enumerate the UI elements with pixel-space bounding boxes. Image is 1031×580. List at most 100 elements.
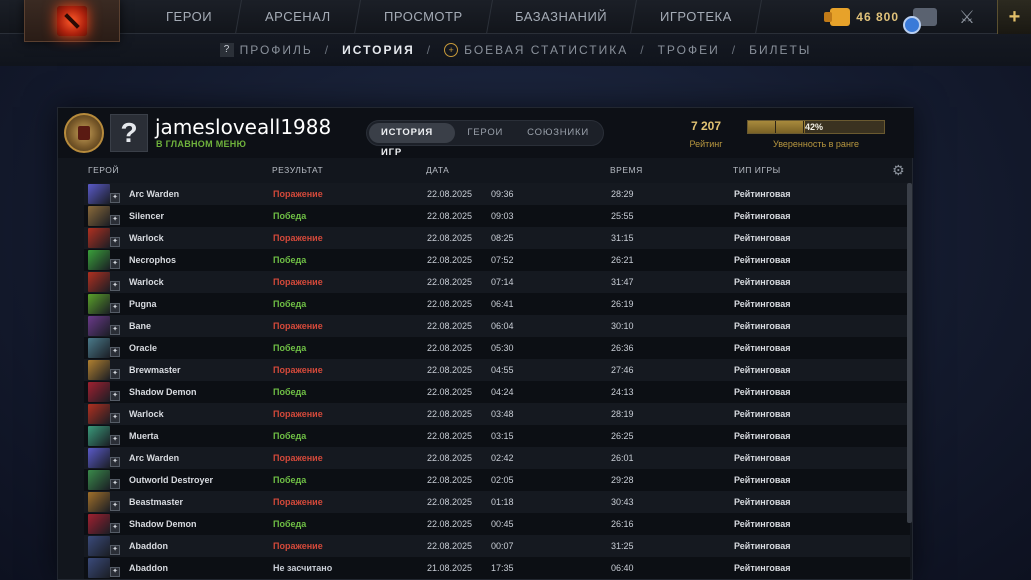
role-icon: ✦ bbox=[110, 325, 120, 335]
hero-portrait-icon bbox=[88, 514, 110, 534]
hero-name: Abaddon bbox=[129, 541, 168, 551]
game-mode: Рейтинговая bbox=[734, 519, 791, 529]
match-date: 22.08.2025 bbox=[427, 387, 473, 397]
table-row[interactable]: ✦ Abaddon Не засчитано 21.08.2025 17:35 06:40… bbox=[84, 557, 910, 579]
nav-armory[interactable]: АРСЕНАЛ bbox=[236, 0, 361, 34]
table-row[interactable]: ✦ Shadow Demon Победа 22.08.2025 00:45 26:16 Р… bbox=[84, 513, 910, 535]
dota-plus-button[interactable]: + bbox=[997, 0, 1031, 34]
table-row[interactable]: ✦ Arc Warden Поражение 22.08.2025 09:36 28:29… bbox=[84, 183, 910, 205]
match-result: Поражение bbox=[273, 365, 323, 375]
table-row[interactable]: ✦ Beastmaster Поражение 22.08.2025 01:18 30:4… bbox=[84, 491, 910, 513]
subnav-trophies[interactable]: ТРОФЕИ bbox=[650, 43, 728, 57]
table-row[interactable]: ✦ Pugna Победа 22.08.2025 06:41 26:19 Рейтинго… bbox=[84, 293, 910, 315]
subnav-tickets[interactable]: БИЛЕТЫ bbox=[741, 43, 819, 57]
scrollbar[interactable] bbox=[907, 183, 912, 523]
match-time: 04:55 bbox=[491, 365, 514, 375]
match-result: Поражение bbox=[273, 541, 323, 551]
hero-portrait-icon bbox=[88, 536, 110, 556]
table-row[interactable]: ✦ Outworld Destroyer Победа 22.08.2025 02:05… bbox=[84, 469, 910, 491]
game-mode: Рейтинговая bbox=[734, 453, 791, 463]
table-row[interactable]: ✦ Brewmaster Поражение 22.08.2025 04:55 27:46… bbox=[84, 359, 910, 381]
hero-name: Pugna bbox=[129, 299, 157, 309]
hero-portrait-icon bbox=[88, 338, 110, 358]
match-time: 08:25 bbox=[491, 233, 514, 243]
table-row[interactable]: ✦ Silencer Победа 22.08.2025 09:03 25:55 Рейти… bbox=[84, 205, 910, 227]
table-row[interactable]: ✦ Bane Поражение 22.08.2025 06:04 30:10 Рейтин… bbox=[84, 315, 910, 337]
tab-match-history[interactable]: ИСТОРИЯ ИГР bbox=[369, 123, 456, 158]
subnav-battle-stats[interactable]: + БОЕВАЯ СТАТИСТИКА bbox=[436, 43, 636, 57]
match-date: 22.08.2025 bbox=[427, 343, 473, 353]
column-header-duration[interactable]: ВРЕМЯ bbox=[610, 165, 643, 175]
subnav-separator: / bbox=[640, 43, 646, 57]
hero-portrait-icon bbox=[88, 184, 110, 204]
hero-portrait-icon bbox=[88, 492, 110, 512]
profile-header: ? jamesloveall1988 В ГЛАВНОМ МЕНЮ ИСТОРИ… bbox=[58, 108, 914, 158]
match-time: 03:48 bbox=[491, 409, 514, 419]
rank-confidence-percent: 42% bbox=[804, 122, 823, 132]
role-icon: ✦ bbox=[110, 413, 120, 423]
match-result: Победа bbox=[273, 519, 307, 529]
match-date: 22.08.2025 bbox=[427, 453, 473, 463]
role-icon: ✦ bbox=[110, 435, 120, 445]
chat-icon[interactable] bbox=[903, 8, 937, 34]
match-time: 00:07 bbox=[491, 541, 514, 551]
column-header-date[interactable]: ДАТА bbox=[426, 165, 449, 175]
match-result: Победа bbox=[273, 299, 307, 309]
column-header-hero[interactable]: ГЕРОЙ bbox=[88, 165, 119, 175]
match-date: 22.08.2025 bbox=[427, 409, 473, 419]
match-result: Победа bbox=[273, 211, 307, 221]
hero-portrait-icon bbox=[88, 294, 110, 314]
table-row[interactable]: ✦ Muerta Победа 22.08.2025 03:15 26:25 Рейтинг… bbox=[84, 425, 910, 447]
subnav-history[interactable]: ИСТОРИЯ bbox=[334, 43, 423, 57]
column-header-result[interactable]: РЕЗУЛЬТАТ bbox=[272, 165, 323, 175]
top-right-tray: 46 800 ⚔ + bbox=[824, 0, 1031, 34]
match-time: 07:52 bbox=[491, 255, 514, 265]
subnav-separator: / bbox=[324, 43, 331, 57]
tab-heroes[interactable]: ГЕРОИ bbox=[455, 123, 515, 143]
game-mode: Рейтинговая bbox=[734, 233, 791, 243]
match-result: Поражение bbox=[273, 189, 323, 199]
nav-heroes[interactable]: ГЕРОИ bbox=[137, 0, 243, 34]
table-row[interactable]: ✦ Necrophos Победа 22.08.2025 07:52 26:21 Рейт… bbox=[84, 249, 910, 271]
table-row[interactable]: ✦ Warlock Поражение 22.08.2025 03:48 28:19 Рей… bbox=[84, 403, 910, 425]
hero-name: Arc Warden bbox=[129, 453, 180, 463]
table-row[interactable]: ✦ Oracle Победа 22.08.2025 05:30 26:36 Рейтинг… bbox=[84, 337, 910, 359]
subnav-profile[interactable]: ? ПРОФИЛЬ bbox=[212, 43, 321, 57]
match-date: 22.08.2025 bbox=[427, 233, 473, 243]
match-time: 06:41 bbox=[491, 299, 514, 309]
match-duration: 30:43 bbox=[611, 497, 634, 507]
role-icon: ✦ bbox=[110, 391, 120, 401]
nav-watch[interactable]: ПРОСМОТР bbox=[354, 0, 493, 34]
match-time: 02:05 bbox=[491, 475, 514, 485]
avatar[interactable]: ? bbox=[110, 114, 148, 152]
hero-portrait-icon bbox=[88, 360, 110, 380]
settings-tools-icon[interactable]: ⚔ bbox=[955, 5, 979, 29]
match-result: Победа bbox=[273, 387, 307, 397]
main-nav: ГЕРОИ АРСЕНАЛ ПРОСМОТР БАЗАЗНАНИЙ ИГРОТЕ… bbox=[137, 0, 763, 34]
match-time: 02:42 bbox=[491, 453, 514, 463]
nav-arcade[interactable]: ИГРОТЕКА bbox=[631, 0, 763, 34]
tab-allies[interactable]: СОЮЗНИКИ bbox=[515, 123, 601, 143]
nav-knowledge-base[interactable]: БАЗАЗНАНИЙ bbox=[486, 0, 638, 34]
table-row[interactable]: ✦ Warlock Поражение 22.08.2025 08:25 31:15 Рей… bbox=[84, 227, 910, 249]
hero-portrait-icon bbox=[88, 470, 110, 490]
role-icon: ✦ bbox=[110, 523, 120, 533]
match-time: 09:03 bbox=[491, 211, 514, 221]
rank-medal-icon[interactable] bbox=[64, 113, 104, 153]
shards-icon[interactable] bbox=[824, 8, 851, 26]
role-icon: ✦ bbox=[110, 501, 120, 511]
dota-logo-icon bbox=[57, 5, 87, 36]
hero-name: Necrophos bbox=[129, 255, 177, 265]
column-header-game-mode[interactable]: ТИП ИГРЫ bbox=[733, 165, 781, 175]
profile-subnav: ? ПРОФИЛЬ / ИСТОРИЯ / + БОЕВАЯ СТАТИСТИК… bbox=[0, 34, 1031, 66]
match-time: 07:14 bbox=[491, 277, 514, 287]
match-date: 22.08.2025 bbox=[427, 277, 473, 287]
role-icon: ✦ bbox=[110, 281, 120, 291]
match-result: Поражение bbox=[273, 497, 323, 507]
dota-logo-button[interactable] bbox=[24, 0, 120, 42]
table-row[interactable]: ✦ Shadow Demon Победа 22.08.2025 04:24 24:13 Р… bbox=[84, 381, 910, 403]
gear-icon[interactable]: ⚙ bbox=[892, 162, 905, 179]
table-row[interactable]: ✦ Arc Warden Поражение 22.08.2025 02:42 26:01… bbox=[84, 447, 910, 469]
table-row[interactable]: ✦ Warlock Поражение 22.08.2025 07:14 31:47 Рей… bbox=[84, 271, 910, 293]
table-row[interactable]: ✦ Abaddon Поражение 22.08.2025 00:07 31:25 Рей… bbox=[84, 535, 910, 557]
